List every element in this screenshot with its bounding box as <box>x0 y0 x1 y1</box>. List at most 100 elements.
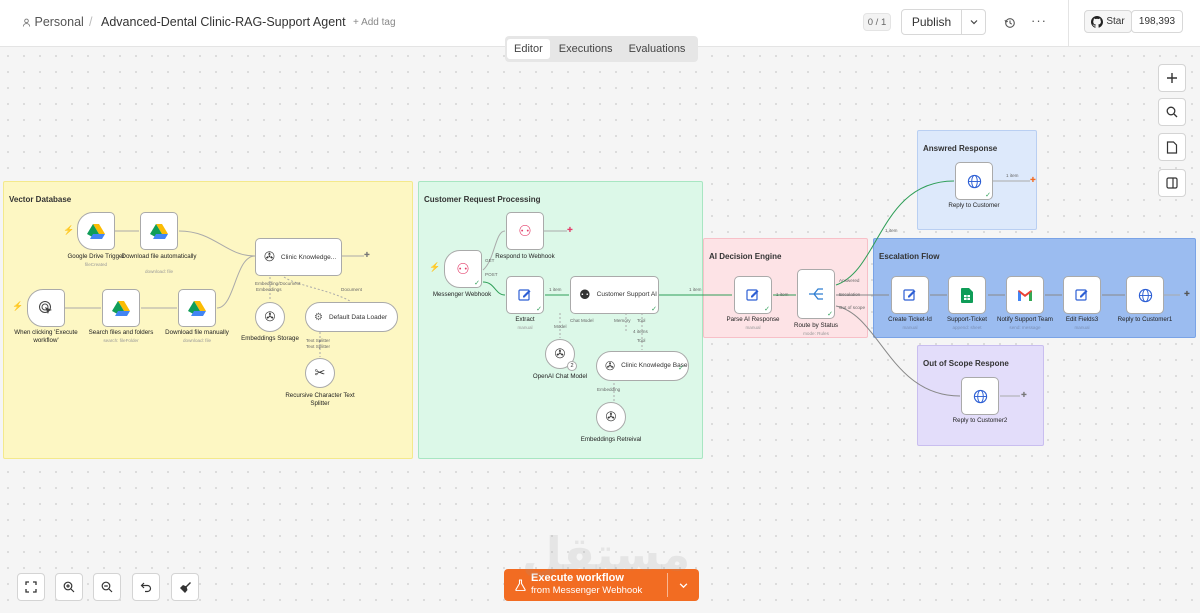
node-label: Customer Support AI <box>596 291 657 299</box>
zoom-out-button[interactable] <box>93 573 121 601</box>
globe-icon <box>1138 288 1152 302</box>
panel-icon <box>1166 177 1178 189</box>
add-node-icon[interactable]: ✚ <box>1021 391 1027 399</box>
node-label: Extract <box>515 316 535 323</box>
node-label: Reply to Customer2 <box>952 417 1008 424</box>
edge-label-1-item-3: 1 item <box>776 292 789 297</box>
edge-label-1-item-4: 1 item <box>885 228 898 233</box>
node-reply-customer2[interactable] <box>961 377 999 415</box>
node-sublabel: manual <box>517 325 533 330</box>
node-sublabel: manual <box>1074 325 1090 330</box>
node-text-splitter[interactable]: ✂ <box>305 358 335 388</box>
success-check-icon: ✓ <box>474 280 480 287</box>
edge-label-memory: Memory <box>614 318 631 323</box>
node-manual-trigger[interactable] <box>27 289 65 327</box>
add-node-icon[interactable]: ✚ <box>1030 176 1036 184</box>
success-check-icon: ✓ <box>536 306 542 313</box>
edit-icon <box>746 289 759 301</box>
node-messenger-webhook[interactable]: ⚇ ✓ <box>444 250 482 288</box>
globe-icon <box>967 174 981 188</box>
openai-icon: ✇ <box>554 346 566 361</box>
node-label: Recursive Character Text Splitter <box>285 392 355 407</box>
edge-label-text-splitter-2: Text Splitter <box>306 344 330 349</box>
add-node-icon[interactable]: ✚ <box>1184 290 1190 298</box>
node-label: Clinic Knowledge... <box>280 253 337 261</box>
node-label: OpenAI Chat Model <box>532 373 588 380</box>
robot-icon: ⚉ <box>579 287 591 302</box>
edge-label-escalation: Escalation <box>839 292 861 297</box>
node-label: Respond to Webhook <box>495 253 555 260</box>
edge-label-out-of-scope: Out of scope <box>839 305 866 310</box>
trigger-bolt-icon: ⚡ <box>429 262 441 272</box>
tidy-up-button[interactable] <box>171 573 199 601</box>
tab-executions[interactable]: Executions <box>552 39 620 59</box>
node-label: Reply to Customer <box>948 202 1000 209</box>
undo-button[interactable] <box>132 573 160 601</box>
add-node-icon[interactable]: ✚ <box>567 226 573 234</box>
node-clinic-kb1[interactable]: ✇ Clinic Knowledge... <box>255 238 342 276</box>
node-create-ticket[interactable] <box>891 276 929 314</box>
add-node-icon[interactable]: ✚ <box>364 251 370 259</box>
node-search-files[interactable] <box>102 289 140 327</box>
run-count-badge: 2 <box>567 361 577 371</box>
node-openai-model[interactable]: ✇ 2 <box>545 339 577 371</box>
sticky-note-button[interactable] <box>1158 133 1186 161</box>
node-support-ticket[interactable] <box>948 276 986 314</box>
node-download-auto[interactable] <box>140 212 178 250</box>
node-sublabel: download: file <box>144 269 174 274</box>
node-label: Route by Status <box>793 322 839 329</box>
node-extract[interactable]: ✓ <box>506 276 544 314</box>
tab-editor[interactable]: Editor <box>507 39 550 59</box>
success-check-icon: ✓ <box>827 311 833 318</box>
node-reply-customer1[interactable] <box>1126 276 1164 314</box>
google-drive-icon <box>188 301 206 316</box>
google-drive-icon <box>112 301 130 316</box>
node-route-status[interactable]: ✓ <box>797 269 835 319</box>
view-tabs: Editor Executions Evaluations <box>505 36 698 62</box>
node-default-loader[interactable]: ⚙ Default Data Loader <box>305 302 398 332</box>
google-sheets-icon <box>961 287 973 303</box>
note-icon <box>1166 140 1178 154</box>
node-label: Download file automatically <box>121 253 197 260</box>
edit-icon <box>903 289 916 301</box>
edge-label-embedding-doc: Embedding/Document <box>255 281 301 286</box>
trigger-bolt-icon: ⚡ <box>63 225 75 235</box>
fit-view-button[interactable] <box>17 573 45 601</box>
edge-label-tool-2: Tool <box>637 338 646 343</box>
edge-label-answered: Answered <box>839 278 860 283</box>
openai-icon: ✇ <box>605 359 616 373</box>
chevron-down-icon <box>679 582 688 588</box>
node-gdrive-trigger[interactable] <box>77 212 115 250</box>
node-respond-webhook[interactable]: ⚇ <box>506 212 544 250</box>
node-sublabel: fileCreated <box>84 262 108 267</box>
success-check-icon: ✓ <box>985 192 991 199</box>
node-label: Messenger Webhook <box>432 291 492 298</box>
node-notify-team[interactable] <box>1006 276 1044 314</box>
node-clinic-kb2[interactable]: ✇ Clinic Knowledge Base ✓ <box>596 351 689 381</box>
node-label: Reply to Customer1 <box>1117 316 1173 323</box>
node-sublabel: mode: Rules <box>803 331 829 336</box>
zoom-in-button[interactable] <box>55 573 83 601</box>
edge-label-embeddings: Embeddings <box>256 287 282 292</box>
node-label: Default Data Loader <box>328 313 388 321</box>
plus-icon <box>1167 73 1177 83</box>
toggle-panel-button[interactable] <box>1158 169 1186 197</box>
node-customer-ai[interactable]: ⚉ Customer Support AI ✓ <box>570 276 659 314</box>
gmail-icon <box>1018 290 1032 301</box>
edge-label-tool: Tool <box>637 318 646 323</box>
add-node-button[interactable] <box>1158 64 1186 92</box>
node-embeddings-storage[interactable]: ✇ <box>255 302 285 332</box>
search-nodes-button[interactable] <box>1158 98 1186 126</box>
node-label: Embeddings Storage <box>241 335 299 342</box>
node-embeddings-retrieval[interactable]: ✇ <box>596 402 626 432</box>
tab-evaluations[interactable]: Evaluations <box>622 39 693 59</box>
node-download-manual[interactable] <box>178 289 216 327</box>
edge-label-1-item: 1 item <box>549 287 562 292</box>
google-drive-icon <box>150 224 168 239</box>
webhook-icon: ⚇ <box>518 223 532 240</box>
node-reply-customer[interactable]: ✓ <box>955 162 993 200</box>
node-edit-fields3[interactable] <box>1063 276 1101 314</box>
openai-icon: ✇ <box>264 249 275 264</box>
node-parse-ai[interactable]: ✓ <box>734 276 772 314</box>
search-icon <box>1166 106 1178 118</box>
